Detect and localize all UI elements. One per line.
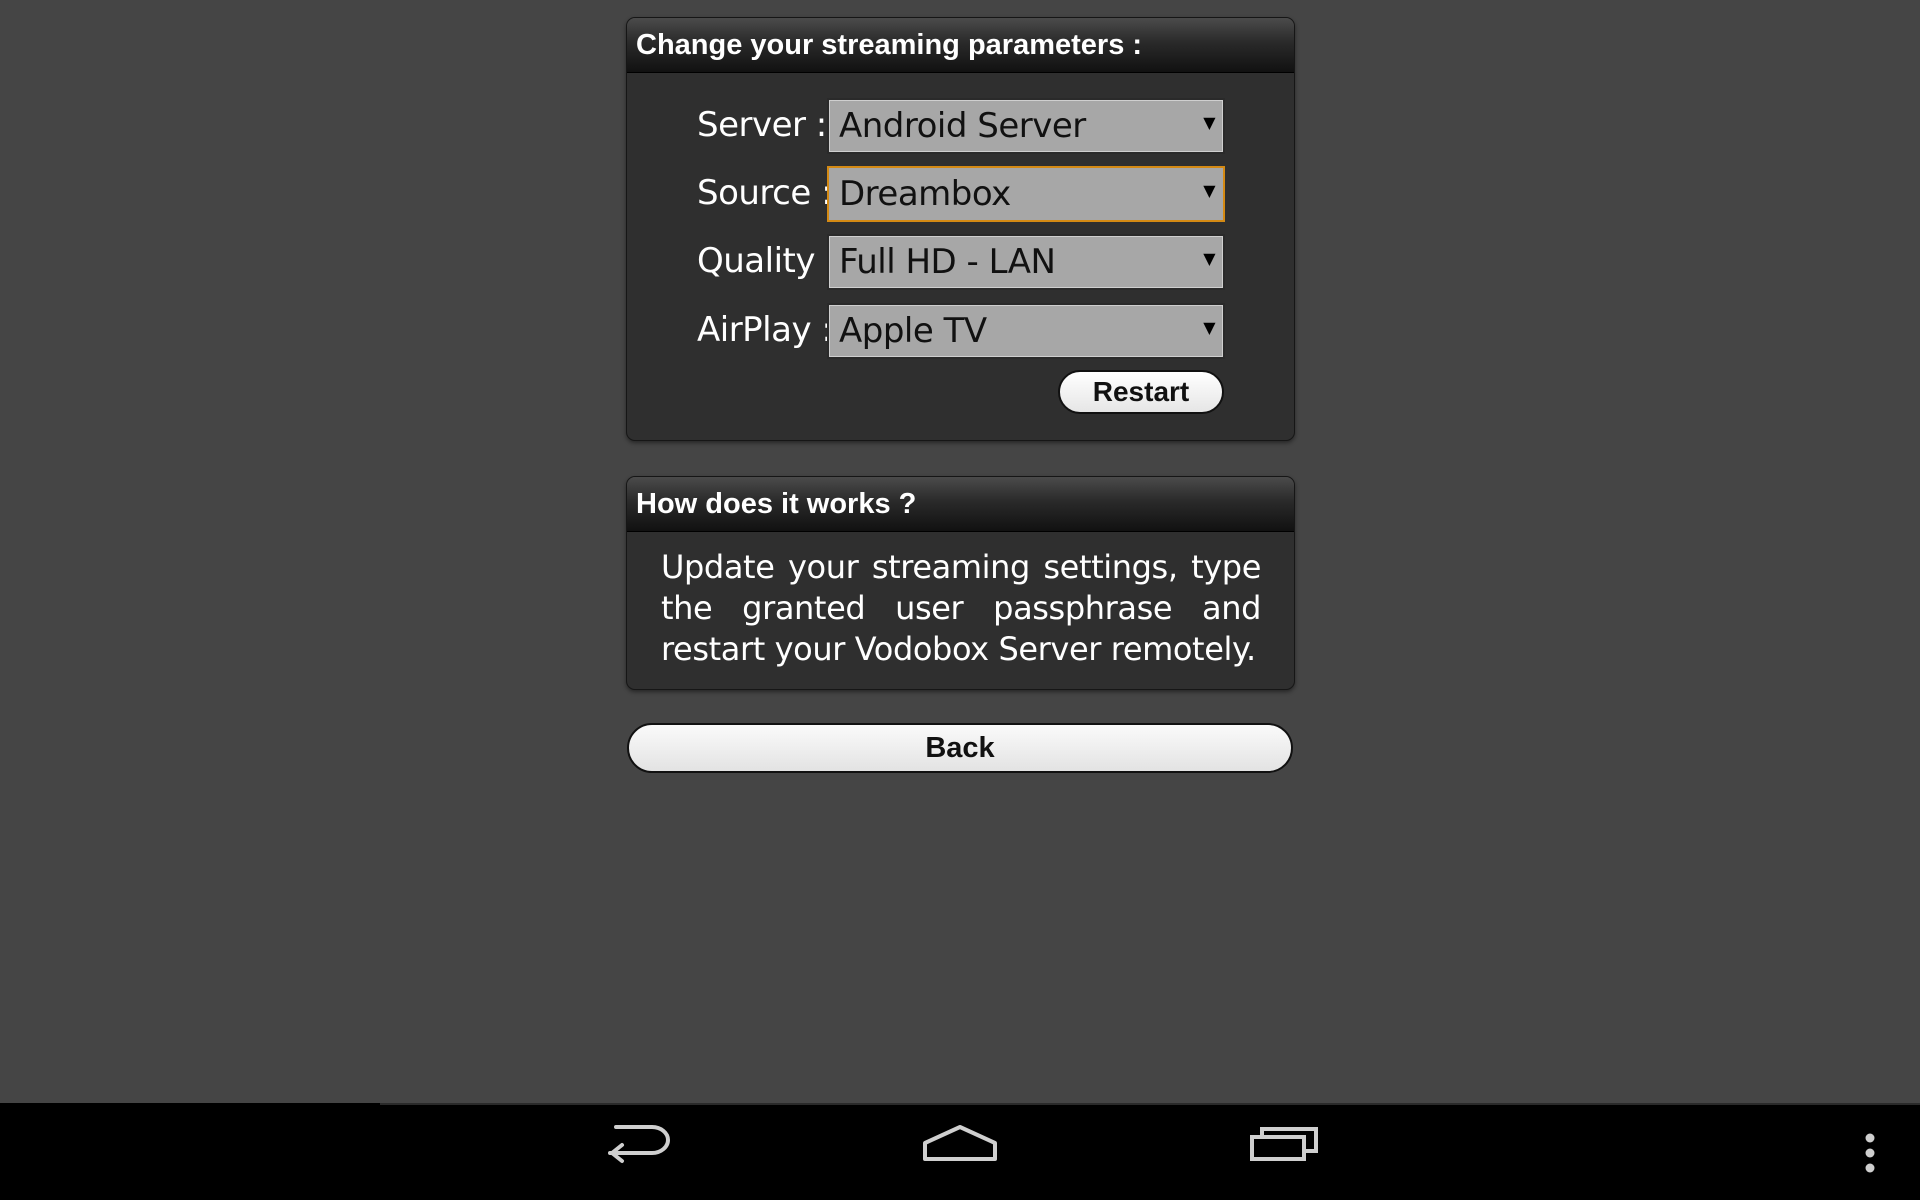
server-label: Server : [697,105,827,145]
airplay-label: AirPlay : [697,310,833,350]
navigation-bar [0,1103,1920,1200]
airplay-select-value: Apple TV [839,311,987,351]
settings-panel: Change your streaming parameters : Serve… [626,17,1295,441]
help-panel: How does it works ? Update your streamin… [626,476,1295,690]
server-select-value: Android Server [839,106,1086,146]
source-select[interactable]: Dreambox ▼ [827,166,1225,222]
dropdown-arrow-icon: ▼ [1203,113,1215,132]
dropdown-arrow-icon: ▼ [1203,181,1215,200]
quality-select-value: Full HD - LAN [839,242,1056,282]
dropdown-arrow-icon: ▼ [1203,318,1215,337]
help-panel-title: How does it works ? [627,477,1294,532]
back-icon[interactable] [590,1103,680,1200]
quality-label: Quality : [697,241,837,281]
settings-panel-title: Change your streaming parameters : [627,18,1294,73]
help-description: Update your streaming settings, type the… [661,548,1261,668]
source-label: Source : [697,173,833,213]
overflow-menu-icon[interactable] [1850,1103,1890,1200]
airplay-select[interactable]: Apple TV ▼ [827,303,1225,359]
server-select[interactable]: Android Server ▼ [827,98,1225,154]
recent-apps-icon[interactable] [1240,1103,1330,1200]
quality-select[interactable]: Full HD - LAN ▼ [827,234,1225,290]
dropdown-arrow-icon: ▼ [1203,249,1215,268]
back-button[interactable]: Back [627,723,1293,773]
home-icon[interactable] [915,1103,1005,1200]
source-select-value: Dreambox [839,174,1011,214]
restart-button[interactable]: Restart [1058,370,1224,414]
